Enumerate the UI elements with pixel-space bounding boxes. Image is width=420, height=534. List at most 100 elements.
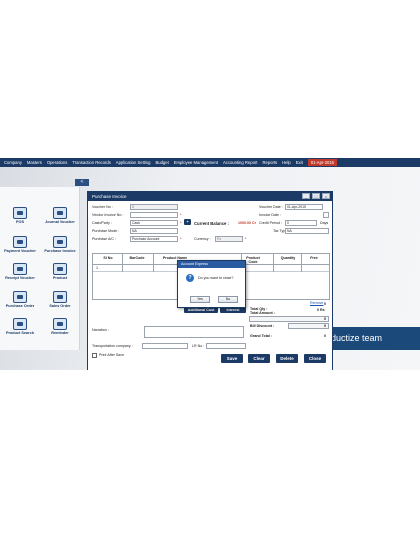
tile-product[interactable]: Product	[42, 263, 78, 280]
tile-sales-order[interactable]: Sales Order	[42, 291, 78, 308]
voucher-no-field[interactable]: 8	[130, 204, 178, 210]
sales-order-icon	[53, 291, 67, 303]
total-qty-value: 0	[324, 302, 326, 306]
menu-accounting-report[interactable]: Accounting Report	[223, 160, 257, 165]
invoice-date-label: Invoice Date :	[259, 213, 281, 217]
sidebar-toggle-button[interactable]: <	[75, 179, 89, 186]
tile-purchase-invoice[interactable]: Purchase Invoice	[42, 236, 78, 253]
purchase-invoice-window: Purchase Invoice _ □ × Voucher No : 8 Ve…	[87, 191, 333, 370]
transportation-field[interactable]	[142, 343, 188, 349]
tile-receipt-voucher[interactable]: Receipt Voucher	[2, 263, 38, 280]
purchase-order-icon	[13, 291, 27, 303]
remove-link[interactable]: Remove	[310, 301, 323, 305]
column-header: BarCode	[129, 256, 145, 260]
print-after-save-checkbox[interactable]	[92, 353, 97, 358]
desktop-area: POS Journal Voucher Payment Voucher Purc…	[0, 167, 420, 370]
receipt-voucher-icon	[13, 263, 27, 275]
menu-operations[interactable]: Operations	[47, 160, 67, 165]
pos-icon	[13, 207, 27, 219]
tile-label: Journal Voucher	[45, 220, 75, 224]
clear-button[interactable]: Clear	[248, 354, 270, 363]
tile-product-search[interactable]: Product Search	[2, 318, 38, 335]
add-party-button[interactable]: +	[184, 219, 191, 225]
tile-label: Purchase Order	[5, 304, 35, 308]
grand-total-value: 0	[324, 334, 326, 338]
bill-discount-value: 0	[324, 324, 326, 328]
purchase-mode-select[interactable]: NA	[130, 228, 178, 234]
credit-period-unit: Days	[320, 221, 329, 225]
additional-cost-field	[249, 316, 329, 322]
narration-label: Narration :	[92, 328, 109, 332]
menu-exit[interactable]: Exit	[296, 160, 303, 165]
menu-employee-management[interactable]: Employee Management	[174, 160, 218, 165]
purchase-mode-label: Purchase Mode :	[92, 229, 120, 233]
menu-budget[interactable]: Budget	[155, 160, 168, 165]
tile-pos[interactable]: POS	[2, 207, 38, 224]
dialog-message: Do you want to close?	[198, 276, 234, 280]
currency-select[interactable]: Rs	[215, 236, 243, 242]
window-close-icon[interactable]: ×	[322, 193, 330, 199]
credit-period-label: Credit Period :	[259, 221, 282, 225]
purchase-invoice-icon	[53, 236, 67, 248]
tile-payment-voucher[interactable]: Payment Voucher	[2, 236, 38, 253]
required-star: *	[180, 213, 182, 217]
vendor-invoice-no-field[interactable]	[130, 212, 178, 218]
question-icon: ?	[186, 274, 194, 282]
lr-no-label: LR No :	[192, 344, 205, 348]
narration-field[interactable]	[144, 326, 244, 338]
tile-purchase-order[interactable]: Purchase Order	[2, 291, 38, 308]
dialog-title: Account Express	[178, 261, 245, 268]
current-balance-value: 1000.00 Cr	[238, 221, 256, 225]
current-balance-label: Current Balance :	[194, 221, 229, 226]
menu-company[interactable]: Company	[4, 160, 22, 165]
tile-label: Payment Voucher	[4, 249, 36, 253]
dialog-no-button[interactable]: No	[218, 296, 238, 303]
menu-transaction-records[interactable]: Transaction Records	[72, 160, 110, 165]
tile-label: POS	[15, 220, 25, 224]
confirm-dialog: Account Express ? Do you want to close? …	[177, 260, 246, 308]
cash-party-select[interactable]: Cash	[130, 220, 178, 226]
menu-masters[interactable]: Masters	[27, 160, 42, 165]
required-star: *	[245, 237, 247, 241]
column-header: Free	[310, 256, 318, 260]
delete-button[interactable]: Delete	[276, 354, 298, 363]
credit-period-field[interactable]: 0	[285, 220, 317, 226]
dialog-yes-button[interactable]: Yes	[190, 296, 210, 303]
bill-discount-field[interactable]	[288, 323, 329, 329]
row-sl-no: 1	[96, 266, 98, 270]
save-button[interactable]: Save	[221, 354, 243, 363]
column-header: Quantity	[280, 256, 296, 260]
tile-reminder[interactable]: Reminder	[42, 318, 78, 335]
lr-no-field[interactable]	[206, 343, 246, 349]
purchase-ac-select[interactable]: Purchase Account	[130, 236, 178, 242]
total-amount-value: 0 Rs	[317, 308, 325, 312]
cash-party-label: Cash/Party :	[92, 221, 112, 225]
voucher-date-field[interactable]: 01-Apr-2015	[285, 204, 323, 210]
column-header: Product Code	[246, 256, 260, 264]
invoice-date-picker[interactable]	[323, 212, 329, 218]
close-button[interactable]: Close	[304, 354, 326, 363]
tax-type-select[interactable]: NA	[285, 228, 329, 234]
purchase-ac-label: Purchase A/C :	[92, 237, 116, 241]
minimize-button[interactable]: _	[302, 193, 310, 199]
tile-journal-voucher[interactable]: Journal Voucher	[42, 207, 78, 224]
menu-help[interactable]: Help	[282, 160, 291, 165]
column-divider	[273, 254, 274, 272]
menu-application-setting[interactable]: Application Setting	[116, 160, 151, 165]
vendor-invoice-no-label: Vendor Invoice No :	[92, 213, 124, 217]
menu-reports[interactable]: Reports	[262, 160, 277, 165]
tile-label: Product Search	[5, 331, 35, 335]
additional-cost-value: 0	[324, 317, 326, 321]
tile-label: Product	[52, 276, 68, 280]
journal-voucher-icon	[53, 207, 67, 219]
voucher-no-label: Voucher No :	[92, 205, 113, 209]
product-icon	[53, 263, 67, 275]
tile-label: Sales Order	[49, 304, 71, 308]
menu-bar: Company Masters Operations Transaction R…	[0, 158, 420, 167]
reminder-icon	[53, 318, 67, 330]
required-star: *	[180, 221, 182, 225]
voucher-date-label: Voucher Date :	[259, 205, 283, 209]
currency-label: Currency :	[194, 237, 211, 241]
maximize-button[interactable]: □	[312, 193, 320, 199]
tile-label: Reminder	[51, 331, 69, 335]
